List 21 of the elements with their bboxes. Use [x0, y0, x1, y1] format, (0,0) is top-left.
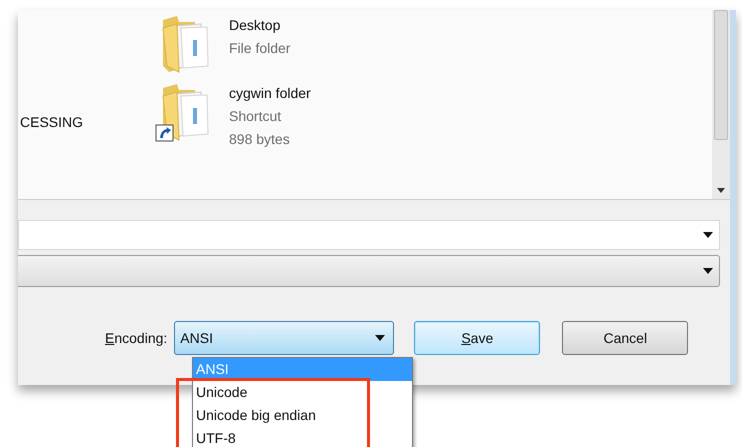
- file-detail: File folder: [229, 39, 290, 58]
- nav-item[interactable]: CESSING: [20, 112, 153, 133]
- encoding-label: Encoding:: [105, 328, 168, 348]
- scrollbar[interactable]: [712, 10, 730, 199]
- dropdown-arrow-icon: [703, 268, 713, 274]
- save-type-combo[interactable]: [18, 255, 720, 287]
- dropdown-arrow-icon: [375, 335, 386, 341]
- scroll-down-icon[interactable]: [717, 188, 725, 193]
- file-detail: 898 bytes: [229, 130, 291, 149]
- encoding-option[interactable]: Unicode: [193, 381, 412, 404]
- dropdown-arrow-icon: [703, 232, 713, 238]
- file-name[interactable]: cygwin folder: [229, 82, 311, 105]
- encoding-select[interactable]: ANSI: [174, 321, 394, 355]
- file-name[interactable]: Desktop: [229, 14, 290, 37]
- save-button[interactable]: Save: [414, 321, 540, 355]
- scroll-thumb[interactable]: [714, 10, 728, 140]
- encoding-option[interactable]: Unicode big endian: [193, 404, 412, 427]
- encoding-option[interactable]: UTF-8: [193, 427, 412, 447]
- file-name-combo[interactable]: [18, 220, 720, 250]
- cancel-button[interactable]: Cancel: [562, 321, 688, 355]
- file-detail: Shortcut: [229, 107, 282, 126]
